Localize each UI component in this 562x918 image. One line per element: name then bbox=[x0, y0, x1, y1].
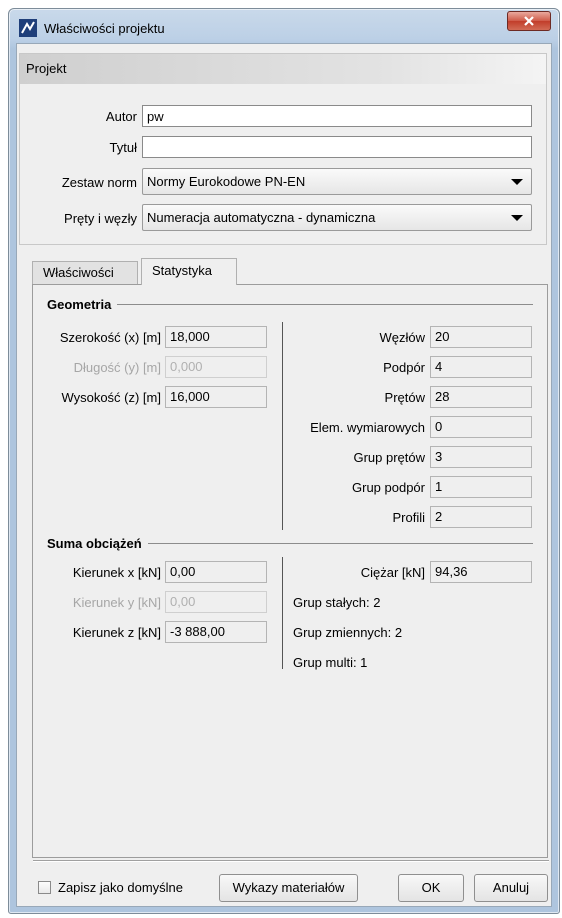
grup-zmiennych-text: Grup zmiennych: 2 bbox=[293, 625, 403, 640]
projekt-panel: Projekt Autor Tytuł Zestaw norm Normy Eu… bbox=[19, 53, 547, 245]
geometria-title: Geometria bbox=[47, 297, 118, 312]
profili-field: 2 bbox=[430, 506, 532, 528]
elem-wymiarowych-label: Elem. wymiarowych bbox=[310, 420, 425, 435]
norms-select[interactable]: Normy Eurokodowe PN-EN bbox=[142, 168, 532, 195]
chevron-down-icon bbox=[511, 179, 523, 185]
numbering-select[interactable]: Numeracja automatyczna - dynamiczna bbox=[142, 204, 532, 231]
save-default-label[interactable]: Zapisz jako domyślne bbox=[58, 880, 183, 895]
autor-row: Autor bbox=[20, 105, 546, 127]
wezlow-label: Węzłów bbox=[379, 330, 425, 345]
dlugosc-field: 0,000 bbox=[165, 356, 267, 378]
grup-podpor-label: Grup podpór bbox=[352, 480, 425, 495]
kierunek-x-field: 0,00 bbox=[165, 561, 267, 583]
numbering-label: Pręty i węzły bbox=[64, 211, 137, 226]
ciezar-label: Ciężar [kN] bbox=[360, 565, 425, 580]
tytul-row: Tytuł bbox=[20, 136, 546, 158]
geometria-divider bbox=[282, 322, 283, 530]
podpor-field: 4 bbox=[430, 356, 532, 378]
kierunek-z-label: Kierunek z [kN] bbox=[72, 625, 161, 640]
title-bar[interactable]: Właściwości projektu bbox=[9, 9, 559, 43]
close-button[interactable] bbox=[507, 11, 551, 31]
kierunek-y-field: 0,00 bbox=[165, 591, 267, 613]
grup-podpor-field: 1 bbox=[430, 476, 532, 498]
tab-statystyka[interactable]: Statystyka bbox=[141, 258, 237, 285]
numbering-selected-value: Numeracja automatyczna - dynamiczna bbox=[147, 210, 376, 225]
statystyka-panel: Geometria Szerokość (x) [m] 18,000 Długo… bbox=[32, 284, 548, 858]
window-title: Właściwości projektu bbox=[44, 21, 165, 36]
geometria-line bbox=[47, 304, 533, 305]
norms-label: Zestaw norm bbox=[61, 175, 137, 190]
grup-pretow-label: Grup prętów bbox=[353, 450, 425, 465]
grup-stalych-text: Grup stałych: 2 bbox=[293, 595, 381, 610]
obciazenia-title: Suma obciążeń bbox=[47, 536, 148, 551]
save-default-checkbox[interactable] bbox=[38, 881, 51, 894]
wysokosc-label: Wysokość (z) [m] bbox=[61, 390, 161, 405]
tab-wlasciwosci[interactable]: Właściwości bbox=[32, 261, 138, 284]
autor-input[interactable] bbox=[142, 105, 532, 127]
szerokosc-field: 18,000 bbox=[165, 326, 267, 348]
grup-multi-text: Grup multi: 1 bbox=[293, 655, 368, 670]
app-icon bbox=[19, 19, 37, 37]
obciazenia-divider bbox=[282, 557, 283, 669]
podpor-label: Podpór bbox=[383, 360, 425, 375]
szerokosc-label: Szerokość (x) [m] bbox=[59, 330, 161, 345]
pretow-label: Prętów bbox=[384, 390, 425, 405]
ok-button[interactable]: OK bbox=[398, 874, 464, 902]
norms-selected-value: Normy Eurokodowe PN-EN bbox=[147, 174, 306, 189]
close-icon bbox=[524, 16, 534, 26]
kierunek-y-label: Kierunek y [kN] bbox=[72, 595, 161, 610]
dlugosc-label: Długość (y) [m] bbox=[73, 360, 161, 375]
tytul-label: Tytuł bbox=[109, 140, 137, 155]
profili-label: Profili bbox=[392, 510, 425, 525]
pretow-field: 28 bbox=[430, 386, 532, 408]
materials-button[interactable]: Wykazy materiałów bbox=[219, 874, 358, 902]
grup-pretow-field: 3 bbox=[430, 446, 532, 468]
ciezar-field: 94,36 bbox=[430, 561, 532, 583]
wysokosc-field: 16,000 bbox=[165, 386, 267, 408]
numbering-row: Pręty i węzły Numeracja automatyczna - d… bbox=[20, 204, 546, 231]
footer-separator bbox=[33, 860, 549, 862]
projekt-header: Projekt bbox=[20, 54, 546, 84]
cancel-button[interactable]: Anuluj bbox=[474, 874, 548, 902]
chevron-down-icon bbox=[511, 215, 523, 221]
kierunek-z-field: -3 888,00 bbox=[165, 621, 267, 643]
kierunek-x-label: Kierunek x [kN] bbox=[72, 565, 161, 580]
norms-row: Zestaw norm Normy Eurokodowe PN-EN bbox=[20, 168, 546, 195]
tytul-input[interactable] bbox=[142, 136, 532, 158]
autor-label: Autor bbox=[105, 109, 137, 124]
elem-wymiarowych-field: 0 bbox=[430, 416, 532, 438]
wezlow-field: 20 bbox=[430, 326, 532, 348]
